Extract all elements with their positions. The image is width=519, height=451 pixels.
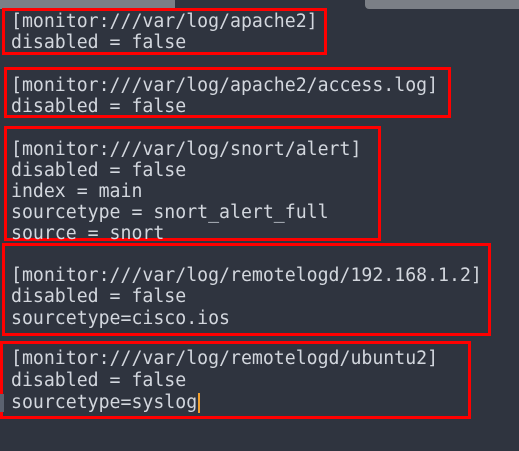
config-line[interactable]: source = snort xyxy=(11,223,164,244)
config-line[interactable]: index = main xyxy=(11,181,142,202)
current-line-marker xyxy=(0,394,4,412)
config-line[interactable]: [monitor:///var/log/apache2/access.log] xyxy=(11,75,438,96)
config-line[interactable]: [monitor:///var/log/snort/alert] xyxy=(11,139,361,160)
config-line[interactable]: disabled = false xyxy=(11,96,186,117)
config-line[interactable]: disabled = false xyxy=(11,32,186,53)
config-line[interactable]: sourcetype=cisco.ios xyxy=(11,308,230,329)
config-line[interactable]: [monitor:///var/log/apache2] xyxy=(11,11,318,32)
config-line[interactable]: disabled = false xyxy=(11,160,186,181)
config-line[interactable]: disabled = false xyxy=(11,286,186,307)
config-line[interactable]: [monitor:///var/log/remotelogd/192.168.1… xyxy=(11,265,482,286)
config-line[interactable]: sourcetype = snort_alert_full xyxy=(11,202,329,223)
text-caret xyxy=(198,393,201,413)
config-line-current[interactable]: sourcetype=syslog xyxy=(11,392,201,413)
config-line[interactable]: disabled = false xyxy=(11,370,186,391)
config-line[interactable]: [monitor:///var/log/remotelogd/ubuntu2] xyxy=(11,348,438,369)
editor-tab-right[interactable] xyxy=(365,0,519,9)
config-line-text: sourcetype=syslog xyxy=(11,392,198,413)
